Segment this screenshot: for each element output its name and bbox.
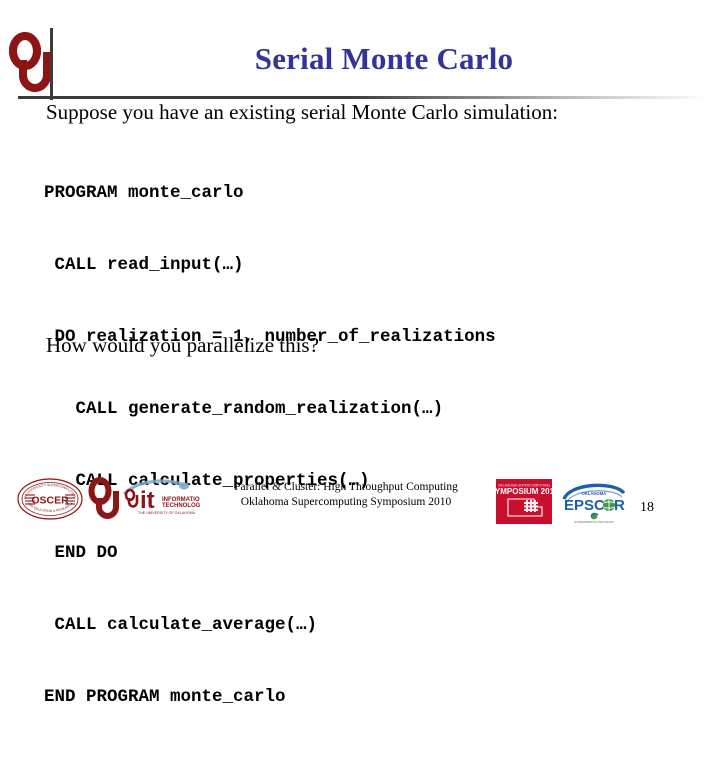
question-text: How would you parallelize this? (46, 333, 319, 357)
ou-footer-logo (88, 476, 122, 520)
code-line: END PROGRAM monte_carlo (44, 687, 286, 707)
code-line: END DO (44, 543, 118, 563)
epscor-leaf-icon (590, 512, 599, 520)
it-wordmark: it (140, 487, 155, 514)
ou-it-logo: it INFORMATION TECHNOLOGY THE UNIVERSITY… (122, 476, 204, 520)
code-block: PROGRAM monte_carlo CALL read_input(…) D… (44, 133, 496, 757)
code-line: PROGRAM monte_carlo (44, 183, 244, 203)
it-sub-2: TECHNOLOGY (162, 503, 200, 509)
symposium-2010-logo: OKLAHOMA SUPERCOMPUTING SYMPOSIUM 2010 (496, 479, 552, 524)
intro-text: Suppose you have an existing serial Mont… (46, 100, 559, 124)
oscer-logo: OKLAHOMA UNIVERSITY SUPERCOMPUTING CENTE… (15, 474, 84, 521)
header-vertical-rule (50, 28, 53, 100)
oscer-wordmark: OSCER (31, 495, 69, 507)
symposium-title-text: SYMPOSIUM 2010 (496, 487, 552, 496)
page-title: Serial Monte Carlo (254, 41, 514, 76)
code-line: CALL calculate_average(…) (44, 615, 318, 635)
slide-body: Suppose you have an existing serial Mont… (0, 100, 720, 707)
footer-line-1: Parallel & Cluster: High Throughput Comp… (234, 481, 458, 493)
code-line: CALL read_input(…) (44, 255, 244, 275)
epscor-sub-text: EXPERIMENTAL PROGRAM (574, 520, 614, 524)
footer-line-2: Oklahoma Supercomputing Symposium 2010 (240, 496, 452, 508)
epscor-globe-icon (603, 499, 615, 511)
code-line: CALL generate_random_realization(…) (44, 399, 444, 419)
it-sub-3: THE UNIVERSITY OF OKLAHOMA (138, 511, 196, 515)
oklahoma-epscor-logo: OKLAHOMA EPSC R EXPERIMENTAL PROGRAM (558, 477, 630, 525)
epscor-wordmark-tail: R (614, 497, 625, 514)
slide-header: Serial Monte Carlo (0, 0, 720, 102)
epscor-wordmark: EPSC (564, 497, 605, 514)
footer-caption: Parallel & Cluster: High Throughput Comp… (196, 480, 496, 510)
header-horizontal-rule (18, 96, 708, 99)
page-number: 18 (640, 500, 654, 515)
epscor-top-text: OKLAHOMA (582, 491, 607, 496)
ou-logo (8, 30, 54, 96)
